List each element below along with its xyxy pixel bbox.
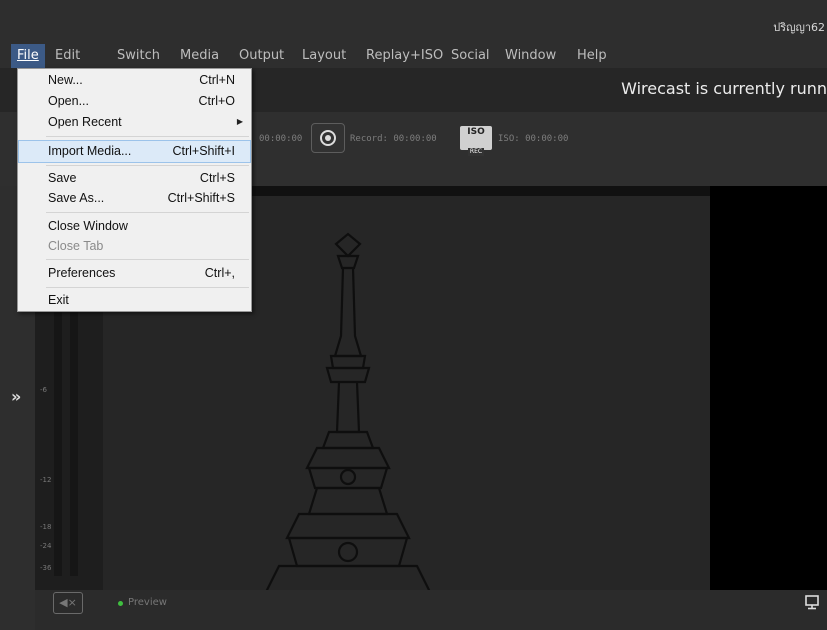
menu-output-label: Output [239,48,285,63]
menu-item-label: Open... [48,94,89,108]
menu-layout-label: Layout [302,48,347,63]
menu-social[interactable]: Social [451,48,490,63]
title-user-name: ปริญญา62 [773,21,825,34]
menu-edit[interactable]: Edit [55,48,80,63]
meter-mark: -12 [40,476,52,484]
menu-window-label: Window [505,48,557,63]
iso-rec-icon-label: ISO [467,127,485,137]
monitor-icon[interactable] [805,594,819,612]
menu-item-label: Save [48,171,77,185]
record-timecode: Record: 00:00:00 [350,134,437,144]
menu-item-label: Open Recent [48,115,122,129]
menu-item-close-tab: Close Tab [18,236,251,257]
menu-media-label: Media [180,48,220,63]
preview-label: Preview [128,597,167,608]
menu-item-label: Exit [48,293,69,307]
menu-help-label: Help [577,48,607,63]
menu-switch-label: Switch [117,48,160,63]
menu-item-exit[interactable]: Exit [18,290,251,311]
menu-separator [46,212,249,213]
menu-item-shortcut: Ctrl+S [199,171,235,185]
menu-social-label: Social [451,48,490,63]
menu-item-shortcut: Ctrl+O [198,94,235,108]
menu-item-label: Preferences [48,266,116,280]
mute-button[interactable]: ◀× [53,592,83,614]
menu-replay-iso-label: Replay+ISO [366,48,444,63]
file-menu-dropdown: New... Ctrl+N Open... Ctrl+O Open Recent… [17,68,252,312]
menu-item-close-window[interactable]: Close Window [18,216,251,237]
meter-mark: -6 [40,386,47,394]
menu-item-open-recent[interactable]: Open Recent ▶ [18,112,251,133]
menu-layout[interactable]: Layout [302,48,346,63]
menu-separator [46,136,249,137]
menu-item-label: Import Media... [48,144,132,158]
preview-status-dot [118,601,123,606]
menu-separator [46,165,249,166]
iso-rec-icon: REC [467,148,485,156]
menu-item-new[interactable]: New... Ctrl+N [18,70,251,91]
status-message: Wirecast is currently runn [621,79,827,98]
menu-output[interactable]: Output [239,48,284,63]
menu-file-label: File [17,48,39,63]
meter-mark: -18 [40,523,52,531]
menu-item-shortcut: Ctrl+Shift+I [172,144,235,158]
title-bar: ปริญญา62 [0,0,827,44]
program-canvas [710,186,827,590]
mute-speaker-icon: ◀× [59,596,77,609]
menu-item-shortcut: Ctrl+, [204,266,235,280]
menu-item-save[interactable]: Save Ctrl+S [18,168,251,189]
record-button[interactable] [311,123,345,153]
iso-record-button[interactable]: ISO REC [460,126,492,156]
menu-window[interactable]: Window [505,48,556,63]
menu-item-preferences[interactable]: Preferences Ctrl+, [18,263,251,284]
menu-bar: File Edit Switch Media Output Layout Rep… [0,44,827,68]
iso-timecode: ISO: 00:00:00 [498,134,569,144]
menu-help[interactable]: Help [577,48,607,63]
menu-media[interactable]: Media [180,48,219,63]
meter-mark: -24 [40,542,52,550]
menu-item-save-as[interactable]: Save As... Ctrl+Shift+S [18,188,251,209]
menu-separator [46,287,249,288]
menu-file[interactable]: File [11,44,45,68]
menu-item-import-media[interactable]: Import Media... Ctrl+Shift+I [18,140,251,163]
menu-item-label: Close Tab [48,239,104,253]
menu-replay-iso[interactable]: Replay+ISO [366,48,443,63]
menu-item-label: Close Window [48,219,128,233]
menu-separator [46,259,249,260]
menu-item-label: New... [48,73,83,87]
preview-footer: ◀× Preview [35,590,827,630]
expand-sidebar-button[interactable]: » [11,387,21,406]
submenu-arrow-icon: ▶ [236,117,243,126]
menu-switch[interactable]: Switch [117,48,160,63]
menu-item-open[interactable]: Open... Ctrl+O [18,91,251,112]
menu-item-label: Save As... [48,191,105,205]
menu-item-shortcut: Ctrl+Shift+S [167,191,235,205]
menu-item-shortcut: Ctrl+N [199,73,235,87]
meter-mark: -36 [40,564,52,572]
menu-edit-label: Edit [55,48,81,63]
stream-timecode: 00:00:00 [259,134,303,144]
